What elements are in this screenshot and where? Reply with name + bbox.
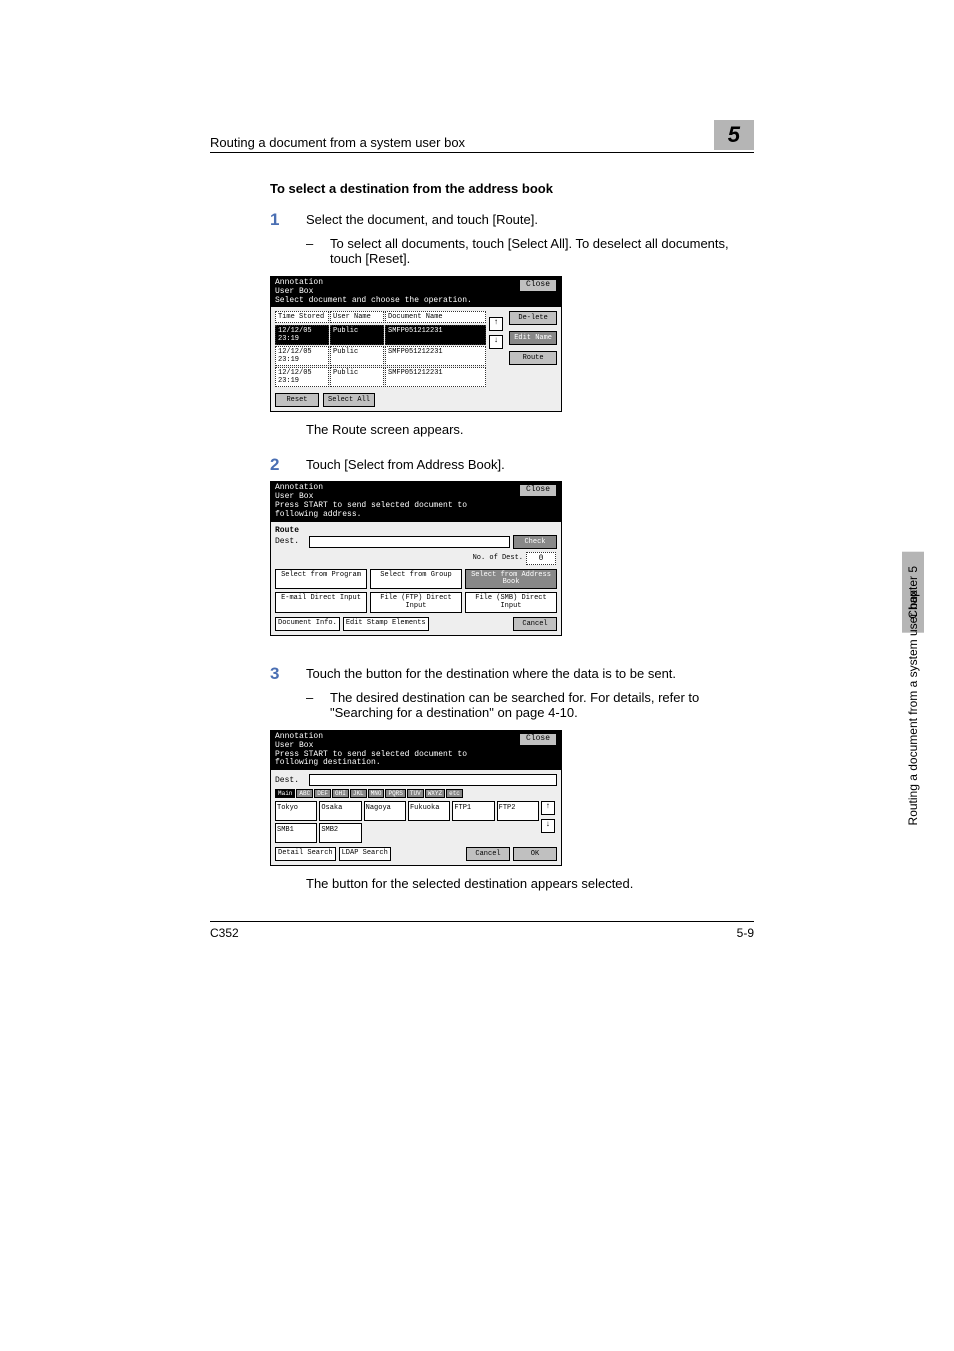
- footer-right: 5-9: [737, 926, 754, 940]
- panel-address-book: Annotation User Box Press START to send …: [270, 730, 562, 866]
- index-tabs: Main ABC DEF GHI JKL MNO PQRS TUV WXYZ e…: [275, 789, 557, 798]
- panel1-title: Annotation User Box: [275, 279, 472, 297]
- header-title: Routing a document from a system user bo…: [210, 135, 465, 150]
- arrow-down-icon[interactable]: ↓: [541, 819, 555, 833]
- select-all-button[interactable]: Select All: [323, 393, 375, 407]
- step-text: Touch the button for the destination whe…: [306, 664, 676, 684]
- col-time: Time Stored: [275, 311, 329, 323]
- panel-annotation-userbox: Annotation User Box Select document and …: [270, 276, 562, 412]
- index-tab[interactable]: MNO: [368, 789, 385, 798]
- step-number: 1: [270, 210, 306, 230]
- index-tab[interactable]: GHI: [332, 789, 349, 798]
- step-1-sub-text: To select all documents, touch [Select A…: [330, 236, 754, 266]
- step-text: Touch [Select from Address Book].: [306, 455, 505, 475]
- select-from-group-button[interactable]: Select from Group: [370, 569, 462, 590]
- address-button[interactable]: Osaka: [319, 801, 361, 821]
- panel3-subtitle: Press START to send selected document to…: [275, 751, 475, 769]
- table-row[interactable]: 12/12/05 23:19 Public SMFP051212231: [275, 325, 487, 345]
- route-label: Route: [275, 526, 557, 535]
- close-button[interactable]: Close: [519, 733, 557, 746]
- address-button[interactable]: SMB1: [275, 823, 317, 843]
- dash-icon: –: [306, 690, 330, 720]
- table-row[interactable]: 12/12/05 23:19 Public SMFP051212231: [275, 367, 487, 387]
- address-button[interactable]: Fukuoka: [408, 801, 450, 821]
- index-tab[interactable]: PQRS: [385, 789, 405, 798]
- close-button[interactable]: Close: [519, 279, 557, 292]
- delete-button[interactable]: De-lete: [509, 311, 557, 325]
- side-section-label: Routing a document from a system user bo…: [906, 590, 920, 825]
- address-button[interactable]: Nagoya: [364, 801, 406, 821]
- email-direct-input-button[interactable]: E-mail Direct Input: [275, 592, 367, 613]
- arrow-up-icon[interactable]: ↑: [489, 317, 503, 331]
- section-heading: To select a destination from the address…: [270, 181, 754, 196]
- address-button[interactable]: FTP2: [497, 801, 539, 821]
- step-3-sub: – The desired destination can be searche…: [306, 690, 754, 720]
- arrow-down-icon[interactable]: ↓: [489, 335, 503, 349]
- nodest-label: No. of Dest.: [473, 554, 523, 562]
- index-tab-main[interactable]: Main: [275, 789, 295, 798]
- table-header: Time Stored User Name Document Name: [275, 311, 487, 323]
- check-button[interactable]: Check: [513, 535, 557, 549]
- address-button[interactable]: FTP1: [452, 801, 494, 821]
- result-1: The Route screen appears.: [306, 422, 754, 437]
- document-info-button[interactable]: Document Info.: [275, 617, 340, 630]
- address-button[interactable]: SMB2: [319, 823, 361, 843]
- index-tab[interactable]: etc: [446, 789, 463, 798]
- panel2-title: Annotation User Box: [275, 484, 475, 502]
- step-text: Select the document, and touch [Route].: [306, 210, 538, 230]
- dest-label: Dest.: [275, 776, 309, 785]
- dest-field: [309, 536, 510, 548]
- step-2: 2 Touch [Select from Address Book].: [270, 455, 754, 475]
- edit-stamp-button[interactable]: Edit Stamp Elements: [343, 617, 429, 630]
- dest-label: Dest.: [275, 537, 309, 546]
- page-footer: C352 5-9: [210, 921, 754, 940]
- index-tab[interactable]: TUV: [407, 789, 424, 798]
- page-header: Routing a document from a system user bo…: [210, 120, 754, 153]
- panel2-subtitle: Press START to send selected document to…: [275, 502, 475, 520]
- reset-button[interactable]: Reset: [275, 393, 319, 407]
- table-row[interactable]: 12/12/05 23:19 Public SMFP051212231: [275, 346, 487, 366]
- smb-direct-input-button[interactable]: File (SMB) Direct Input: [465, 592, 557, 613]
- arrow-up-icon[interactable]: ↑: [541, 801, 555, 815]
- cancel-button[interactable]: Cancel: [466, 847, 510, 861]
- footer-left: C352: [210, 926, 239, 940]
- detail-search-button[interactable]: Detail Search: [275, 847, 336, 860]
- step-number: 2: [270, 455, 306, 475]
- select-from-address-book-button[interactable]: Select from Address Book: [465, 569, 557, 590]
- step-3-sub-text: The desired destination can be searched …: [330, 690, 754, 720]
- index-tab[interactable]: DEF: [314, 789, 331, 798]
- result-3: The button for the selected destination …: [306, 876, 754, 891]
- dest-field: [309, 774, 557, 786]
- col-doc: Document Name: [385, 311, 486, 323]
- dash-icon: –: [306, 236, 330, 266]
- ftp-direct-input-button[interactable]: File (FTP) Direct Input: [370, 592, 462, 613]
- step-3: 3 Touch the button for the destination w…: [270, 664, 754, 684]
- route-button[interactable]: Route: [509, 351, 557, 365]
- chapter-badge: 5: [714, 120, 754, 150]
- panel3-title: Annotation User Box: [275, 733, 475, 751]
- index-tab[interactable]: ABC: [296, 789, 313, 798]
- step-1-sub: – To select all documents, touch [Select…: [306, 236, 754, 266]
- nodest-value: 0: [526, 552, 556, 565]
- step-number: 3: [270, 664, 306, 684]
- close-button[interactable]: Close: [519, 484, 557, 497]
- index-tab[interactable]: JKL: [350, 789, 367, 798]
- edit-name-button[interactable]: Edit Name: [509, 331, 557, 345]
- address-button[interactable]: Tokyo: [275, 801, 317, 821]
- ok-button[interactable]: OK: [513, 847, 557, 861]
- index-tab[interactable]: WXYZ: [425, 789, 445, 798]
- col-user: User Name: [330, 311, 384, 323]
- panel1-subtitle: Select document and choose the operation…: [275, 297, 472, 306]
- ldap-search-button[interactable]: LDAP Search: [339, 847, 391, 860]
- select-from-program-button[interactable]: Select from Program: [275, 569, 367, 590]
- step-1: 1 Select the document, and touch [Route]…: [270, 210, 754, 230]
- panel-route: Annotation User Box Press START to send …: [270, 481, 562, 636]
- cancel-button[interactable]: Cancel: [513, 617, 557, 631]
